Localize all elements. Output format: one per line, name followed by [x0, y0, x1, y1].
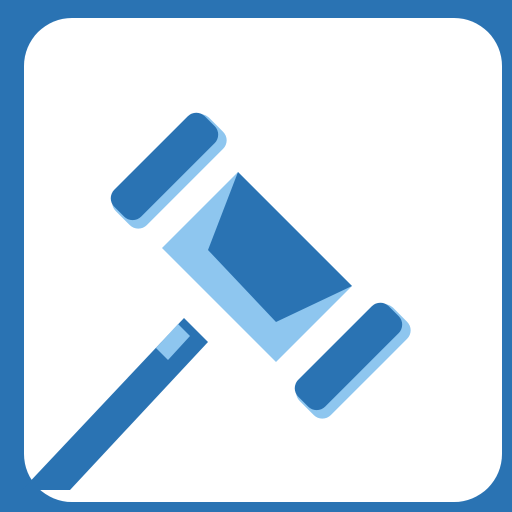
gavel-icon — [0, 0, 512, 512]
app-icon — [0, 0, 512, 512]
